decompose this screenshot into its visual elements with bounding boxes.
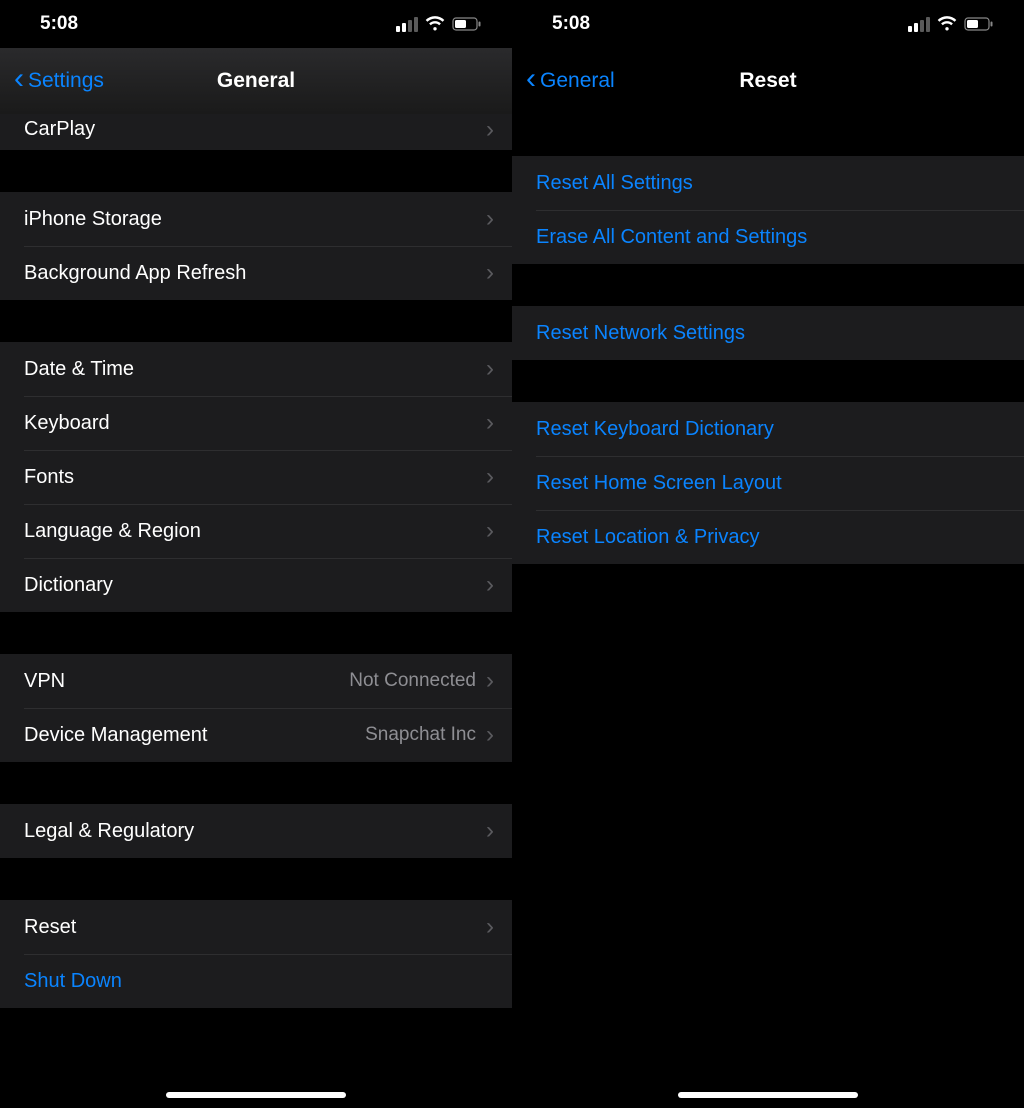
chevron-right-icon: › <box>486 357 494 381</box>
row-shut-down[interactable]: Shut Down <box>0 954 512 1008</box>
status-bar: 5:08 <box>512 0 1024 48</box>
nav-bar: ‹ Settings General <box>0 48 512 114</box>
chevron-right-icon: › <box>486 261 494 285</box>
wifi-icon <box>936 16 958 32</box>
row-reset[interactable]: Reset › <box>0 900 512 954</box>
chevron-right-icon: › <box>486 519 494 543</box>
chevron-left-icon: ‹ <box>14 64 24 94</box>
status-time: 5:08 <box>552 13 590 35</box>
home-indicator[interactable] <box>166 1092 346 1098</box>
battery-icon <box>452 17 482 31</box>
row-fonts[interactable]: Fonts › <box>0 450 512 504</box>
row-reset-home-layout[interactable]: Reset Home Screen Layout <box>512 456 1024 510</box>
settings-list[interactable]: CarPlay › iPhone Storage › Background Ap… <box>0 114 512 1108</box>
nav-bar: ‹ General Reset <box>512 48 1024 114</box>
chevron-right-icon: › <box>486 819 494 843</box>
chevron-right-icon: › <box>486 118 494 142</box>
chevron-right-icon: › <box>486 465 494 489</box>
status-bar: 5:08 <box>0 0 512 48</box>
status-time: 5:08 <box>40 13 78 35</box>
home-indicator[interactable] <box>678 1092 858 1098</box>
phone-general: 5:08 ‹ Settings General CarPlay › <box>0 0 512 1108</box>
chevron-right-icon: › <box>486 573 494 597</box>
row-background-app-refresh[interactable]: Background App Refresh › <box>0 246 512 300</box>
row-reset-keyboard-dict[interactable]: Reset Keyboard Dictionary <box>512 402 1024 456</box>
back-button[interactable]: ‹ General <box>526 68 615 94</box>
row-legal-regulatory[interactable]: Legal & Regulatory › <box>0 804 512 858</box>
chevron-right-icon: › <box>486 915 494 939</box>
wifi-icon <box>424 16 446 32</box>
row-date-time[interactable]: Date & Time › <box>0 342 512 396</box>
row-carplay[interactable]: CarPlay › <box>0 114 512 150</box>
status-indicators <box>396 16 482 32</box>
row-reset-location-privacy[interactable]: Reset Location & Privacy <box>512 510 1024 564</box>
chevron-right-icon: › <box>486 723 494 747</box>
chevron-left-icon: ‹ <box>526 64 536 94</box>
row-reset-all-settings[interactable]: Reset All Settings <box>512 156 1024 210</box>
back-label: General <box>540 69 615 93</box>
row-erase-all[interactable]: Erase All Content and Settings <box>512 210 1024 264</box>
status-indicators <box>908 16 994 32</box>
row-device-management[interactable]: Device Management Snapchat Inc › <box>0 708 512 762</box>
row-keyboard[interactable]: Keyboard › <box>0 396 512 450</box>
chevron-right-icon: › <box>486 669 494 693</box>
back-button[interactable]: ‹ Settings <box>14 68 104 94</box>
cellular-signal-icon <box>396 17 418 32</box>
battery-icon <box>964 17 994 31</box>
row-language-region[interactable]: Language & Region › <box>0 504 512 558</box>
row-reset-network[interactable]: Reset Network Settings <box>512 306 1024 360</box>
chevron-right-icon: › <box>486 207 494 231</box>
row-vpn[interactable]: VPN Not Connected › <box>0 654 512 708</box>
reset-list[interactable]: Reset All Settings Erase All Content and… <box>512 114 1024 1108</box>
chevron-right-icon: › <box>486 411 494 435</box>
phone-reset: 5:08 ‹ General Reset Reset All Settings <box>512 0 1024 1108</box>
back-label: Settings <box>28 69 104 93</box>
row-iphone-storage[interactable]: iPhone Storage › <box>0 192 512 246</box>
row-dictionary[interactable]: Dictionary › <box>0 558 512 612</box>
cellular-signal-icon <box>908 17 930 32</box>
